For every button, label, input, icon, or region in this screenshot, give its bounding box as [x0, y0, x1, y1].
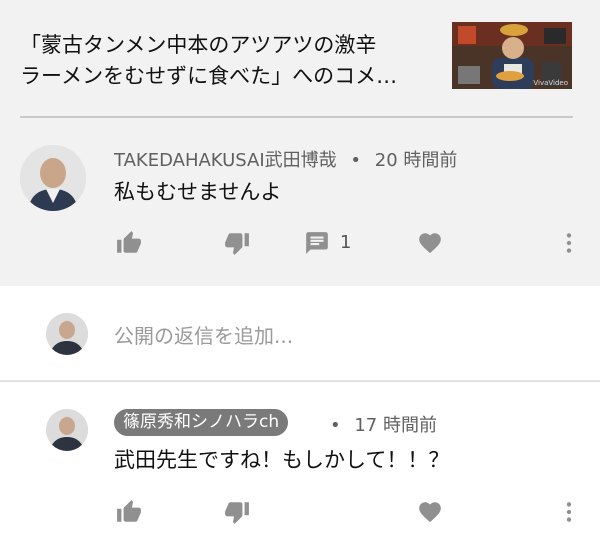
heart-button[interactable] — [415, 497, 445, 527]
reply-count: 1 — [340, 232, 352, 253]
reply-button[interactable] — [302, 228, 332, 258]
comment-timestamp: 20 時間前 — [374, 150, 458, 171]
dislike-button[interactable] — [222, 228, 252, 258]
thumbs-up-icon — [117, 231, 141, 253]
more-options-button[interactable] — [554, 497, 584, 527]
comment-thread-header: 「蒙古タンメン中本のアツアツの激辛 ラーメンをむせずに食べた」へのコメ… Viv… — [0, 0, 600, 286]
reply-text: 武田先生ですね！もしかして！！？ — [114, 448, 450, 472]
video-title-line2: ラーメンをむせずに食べた」へのコメ… — [20, 64, 398, 88]
thumbs-down-icon — [225, 502, 249, 524]
meta-separator: • — [330, 415, 341, 436]
comment-text: 私もむせませんよ — [114, 180, 282, 204]
reply-author-avatar[interactable] — [46, 409, 88, 451]
thumbs-up-icon — [117, 500, 141, 522]
header-divider — [20, 116, 573, 118]
comment-author-name[interactable]: TAKEDAHAKUSAI武田博哉 — [114, 150, 337, 171]
reply-actions — [0, 497, 600, 531]
video-thumbnail[interactable]: VivaVideo — [452, 22, 572, 89]
avatar-image — [46, 409, 88, 451]
thumbs-down-icon — [225, 233, 249, 255]
meta-separator: • — [350, 150, 362, 171]
comment-actions: 1 — [0, 228, 600, 262]
comment-author-avatar[interactable] — [20, 145, 86, 211]
like-button[interactable] — [114, 228, 144, 258]
avatar-image — [46, 313, 88, 355]
heart-icon — [419, 502, 441, 523]
heart-button[interactable] — [415, 228, 445, 258]
like-button[interactable] — [114, 497, 144, 527]
heart-icon — [419, 233, 441, 254]
more-vert-icon — [566, 502, 572, 522]
more-options-button[interactable] — [554, 228, 584, 258]
video-title[interactable]: 「蒙古タンメン中本のアツアツの激辛 ラーメンをむせずに食べた」へのコメ… — [20, 30, 440, 92]
more-vert-icon — [566, 233, 572, 253]
dislike-button[interactable] — [222, 497, 252, 527]
thumbnail-watermark: VivaVideo — [533, 79, 568, 87]
current-user-avatar — [46, 313, 88, 355]
reply-input[interactable]: 公開の返信を追加... — [114, 320, 293, 349]
reply-author-chip[interactable]: 篠原秀和シノハラch — [114, 409, 289, 436]
comment-meta: TAKEDAHAKUSAI武田博哉 • 20 時間前 — [114, 146, 457, 172]
add-reply-row — [0, 286, 600, 380]
comment-icon — [306, 232, 328, 254]
reply-divider — [0, 380, 600, 382]
reply-meta: • 17 時間前 — [330, 411, 437, 437]
reply-timestamp: 17 時間前 — [354, 415, 437, 436]
avatar-image — [20, 145, 86, 211]
video-title-line1: 「蒙古タンメン中本のアツアツの激辛 — [20, 33, 377, 57]
